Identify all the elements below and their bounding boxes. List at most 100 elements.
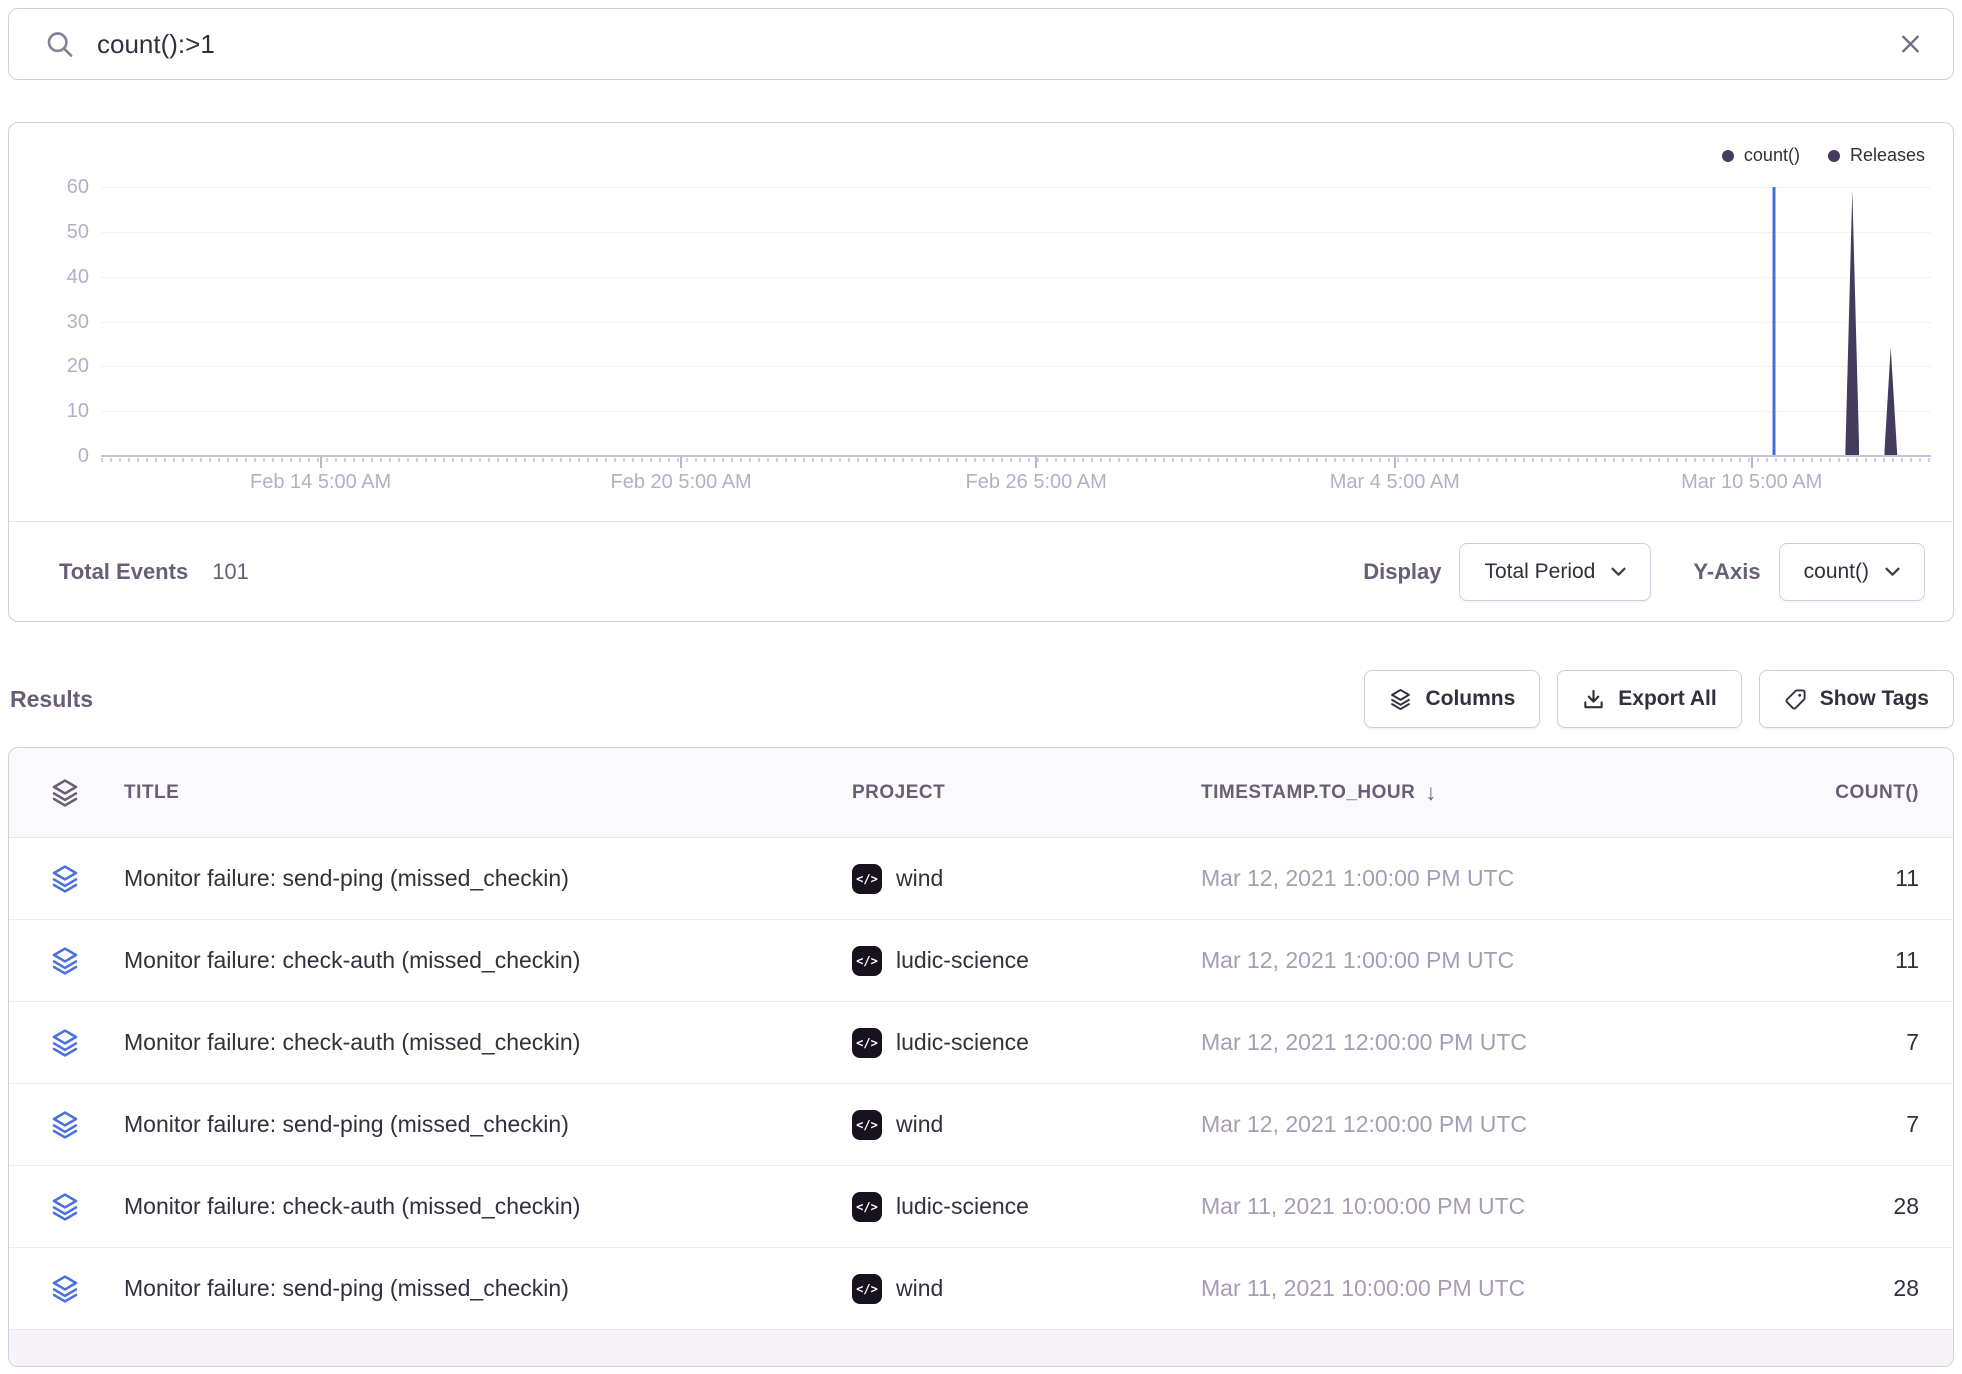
row-count: 7: [1649, 1029, 1953, 1056]
row-project: </> ludic-science: [852, 1192, 1201, 1222]
row-count: 11: [1649, 865, 1953, 892]
total-events-label: Total Events: [59, 559, 188, 585]
display-label: Display: [1363, 559, 1441, 585]
row-project: </> ludic-science: [852, 946, 1201, 976]
project-name: wind: [896, 865, 943, 892]
gridline: [101, 232, 1931, 233]
x-axis-tick-label: Mar 10 5:00 AM: [1681, 471, 1822, 494]
stack-header-icon[interactable]: [51, 778, 79, 808]
x-axis-tick-label: Feb 20 5:00 AM: [611, 471, 752, 494]
stack-icon[interactable]: [51, 1192, 79, 1222]
table-footer-strip: [9, 1329, 1953, 1366]
chart-footer: Total Events 101 Display Total Period Y-…: [9, 523, 1953, 621]
column-header-timestamp[interactable]: TIMESTAMP.TO_HOUR ↓: [1201, 780, 1649, 806]
legend-dot-icon: [1828, 150, 1840, 162]
code-platform-icon: </>: [852, 1110, 882, 1140]
columns-button-label: Columns: [1425, 687, 1515, 711]
row-project: </> wind: [852, 864, 1201, 894]
y-axis-tick-label: 0: [21, 445, 89, 468]
column-header-count[interactable]: COUNT(): [1649, 782, 1953, 804]
x-axis-line: [101, 455, 1931, 457]
table-body: Monitor failure: send-ping (missed_check…: [9, 838, 1953, 1330]
show-tags-button[interactable]: Show Tags: [1759, 670, 1954, 728]
code-platform-icon: </>: [852, 1274, 882, 1304]
y-axis-tick-label: 10: [21, 400, 89, 423]
row-title-link[interactable]: Monitor failure: send-ping (missed_check…: [124, 1111, 852, 1138]
project-name: ludic-science: [896, 1029, 1029, 1056]
table-row: Monitor failure: check-auth (missed_chec…: [9, 920, 1953, 1002]
x-axis-tick-label: Mar 4 5:00 AM: [1330, 471, 1460, 494]
release-marker-line[interactable]: [1772, 187, 1775, 455]
row-count: 28: [1649, 1275, 1953, 1302]
gridline: [101, 366, 1931, 367]
gridline: [101, 277, 1931, 278]
row-title-link[interactable]: Monitor failure: check-auth (missed_chec…: [124, 1029, 852, 1056]
project-name: ludic-science: [896, 947, 1029, 974]
results-heading: Results: [10, 686, 93, 713]
row-timestamp: Mar 12, 2021 1:00:00 PM UTC: [1201, 947, 1649, 974]
gridline: [101, 411, 1931, 412]
stack-icon[interactable]: [51, 864, 79, 894]
row-title-link[interactable]: Monitor failure: check-auth (missed_chec…: [124, 947, 852, 974]
stack-icon[interactable]: [51, 1274, 79, 1304]
row-count: 7: [1649, 1111, 1953, 1138]
table-row: Monitor failure: send-ping (missed_check…: [9, 1084, 1953, 1166]
count-series-spike: [1845, 190, 1859, 455]
x-axis-tick: [680, 457, 682, 468]
stack-icon[interactable]: [51, 1110, 79, 1140]
results-bar: Results Columns Export All Show Tags: [8, 662, 1954, 736]
table-header-row: TITLE PROJECT TIMESTAMP.TO_HOUR ↓ COUNT(…: [9, 748, 1953, 838]
row-timestamp: Mar 12, 2021 12:00:00 PM UTC: [1201, 1029, 1649, 1056]
legend-item[interactable]: count(): [1722, 145, 1800, 166]
x-axis-tick: [1394, 457, 1396, 468]
columns-button[interactable]: Columns: [1364, 670, 1540, 728]
gridline: [101, 187, 1931, 188]
project-name: wind: [896, 1111, 943, 1138]
timestamp-header-label: TIMESTAMP.TO_HOUR: [1201, 782, 1415, 804]
table-row: Monitor failure: check-auth (missed_chec…: [9, 1002, 1953, 1084]
row-title-link[interactable]: Monitor failure: check-auth (missed_chec…: [124, 1193, 852, 1220]
search-input[interactable]: [95, 9, 1835, 79]
column-header-title[interactable]: TITLE: [124, 782, 852, 804]
x-axis-labels: Feb 14 5:00 AM Feb 20 5:00 AM Feb 26 5:00 …: [101, 471, 1931, 501]
stack-icon[interactable]: [51, 1028, 79, 1058]
row-project: </> wind: [852, 1274, 1201, 1304]
search-icon: [45, 30, 74, 59]
results-table: TITLE PROJECT TIMESTAMP.TO_HOUR ↓ COUNT(…: [8, 747, 1954, 1367]
sort-desc-icon: ↓: [1425, 780, 1437, 806]
chevron-down-icon: [1885, 567, 1900, 577]
gridline: [101, 322, 1931, 323]
row-title-link[interactable]: Monitor failure: send-ping (missed_check…: [124, 865, 852, 892]
x-axis-tick: [1751, 457, 1753, 468]
project-name: wind: [896, 1275, 943, 1302]
y-axis-dropdown-value: count(): [1804, 560, 1869, 584]
legend-item[interactable]: Releases: [1828, 145, 1925, 166]
chart-footer-divider: [9, 521, 1953, 522]
y-axis-label: Y-Axis: [1693, 559, 1760, 585]
legend-dot-icon: [1722, 150, 1734, 162]
code-platform-icon: </>: [852, 946, 882, 976]
row-timestamp: Mar 11, 2021 10:00:00 PM UTC: [1201, 1275, 1649, 1302]
row-project: </> wind: [852, 1110, 1201, 1140]
row-title-link[interactable]: Monitor failure: send-ping (missed_check…: [124, 1275, 852, 1302]
show-tags-button-label: Show Tags: [1820, 687, 1929, 711]
x-axis-minor-ticks: [101, 458, 1931, 462]
display-dropdown[interactable]: Total Period: [1459, 543, 1651, 601]
x-axis-tick-label: Feb 14 5:00 AM: [250, 471, 391, 494]
layers-icon: [1389, 688, 1412, 711]
download-icon: [1582, 688, 1605, 711]
x-axis-tick-label: Feb 26 5:00 AM: [966, 471, 1107, 494]
row-timestamp: Mar 11, 2021 10:00:00 PM UTC: [1201, 1193, 1649, 1220]
column-header-project[interactable]: PROJECT: [852, 782, 1201, 804]
results-actions: Columns Export All Show Tags: [1364, 670, 1954, 728]
y-axis-tick-label: 60: [21, 176, 89, 199]
clear-search-icon[interactable]: [1898, 32, 1923, 57]
export-all-button[interactable]: Export All: [1557, 670, 1741, 728]
table-row: Monitor failure: send-ping (missed_check…: [9, 838, 1953, 920]
count-series-spike: [1884, 347, 1897, 455]
legend-label: count(): [1744, 145, 1800, 166]
row-timestamp: Mar 12, 2021 1:00:00 PM UTC: [1201, 865, 1649, 892]
y-axis-tick-label: 30: [21, 311, 89, 334]
stack-icon[interactable]: [51, 946, 79, 976]
y-axis-dropdown[interactable]: count(): [1779, 543, 1925, 601]
